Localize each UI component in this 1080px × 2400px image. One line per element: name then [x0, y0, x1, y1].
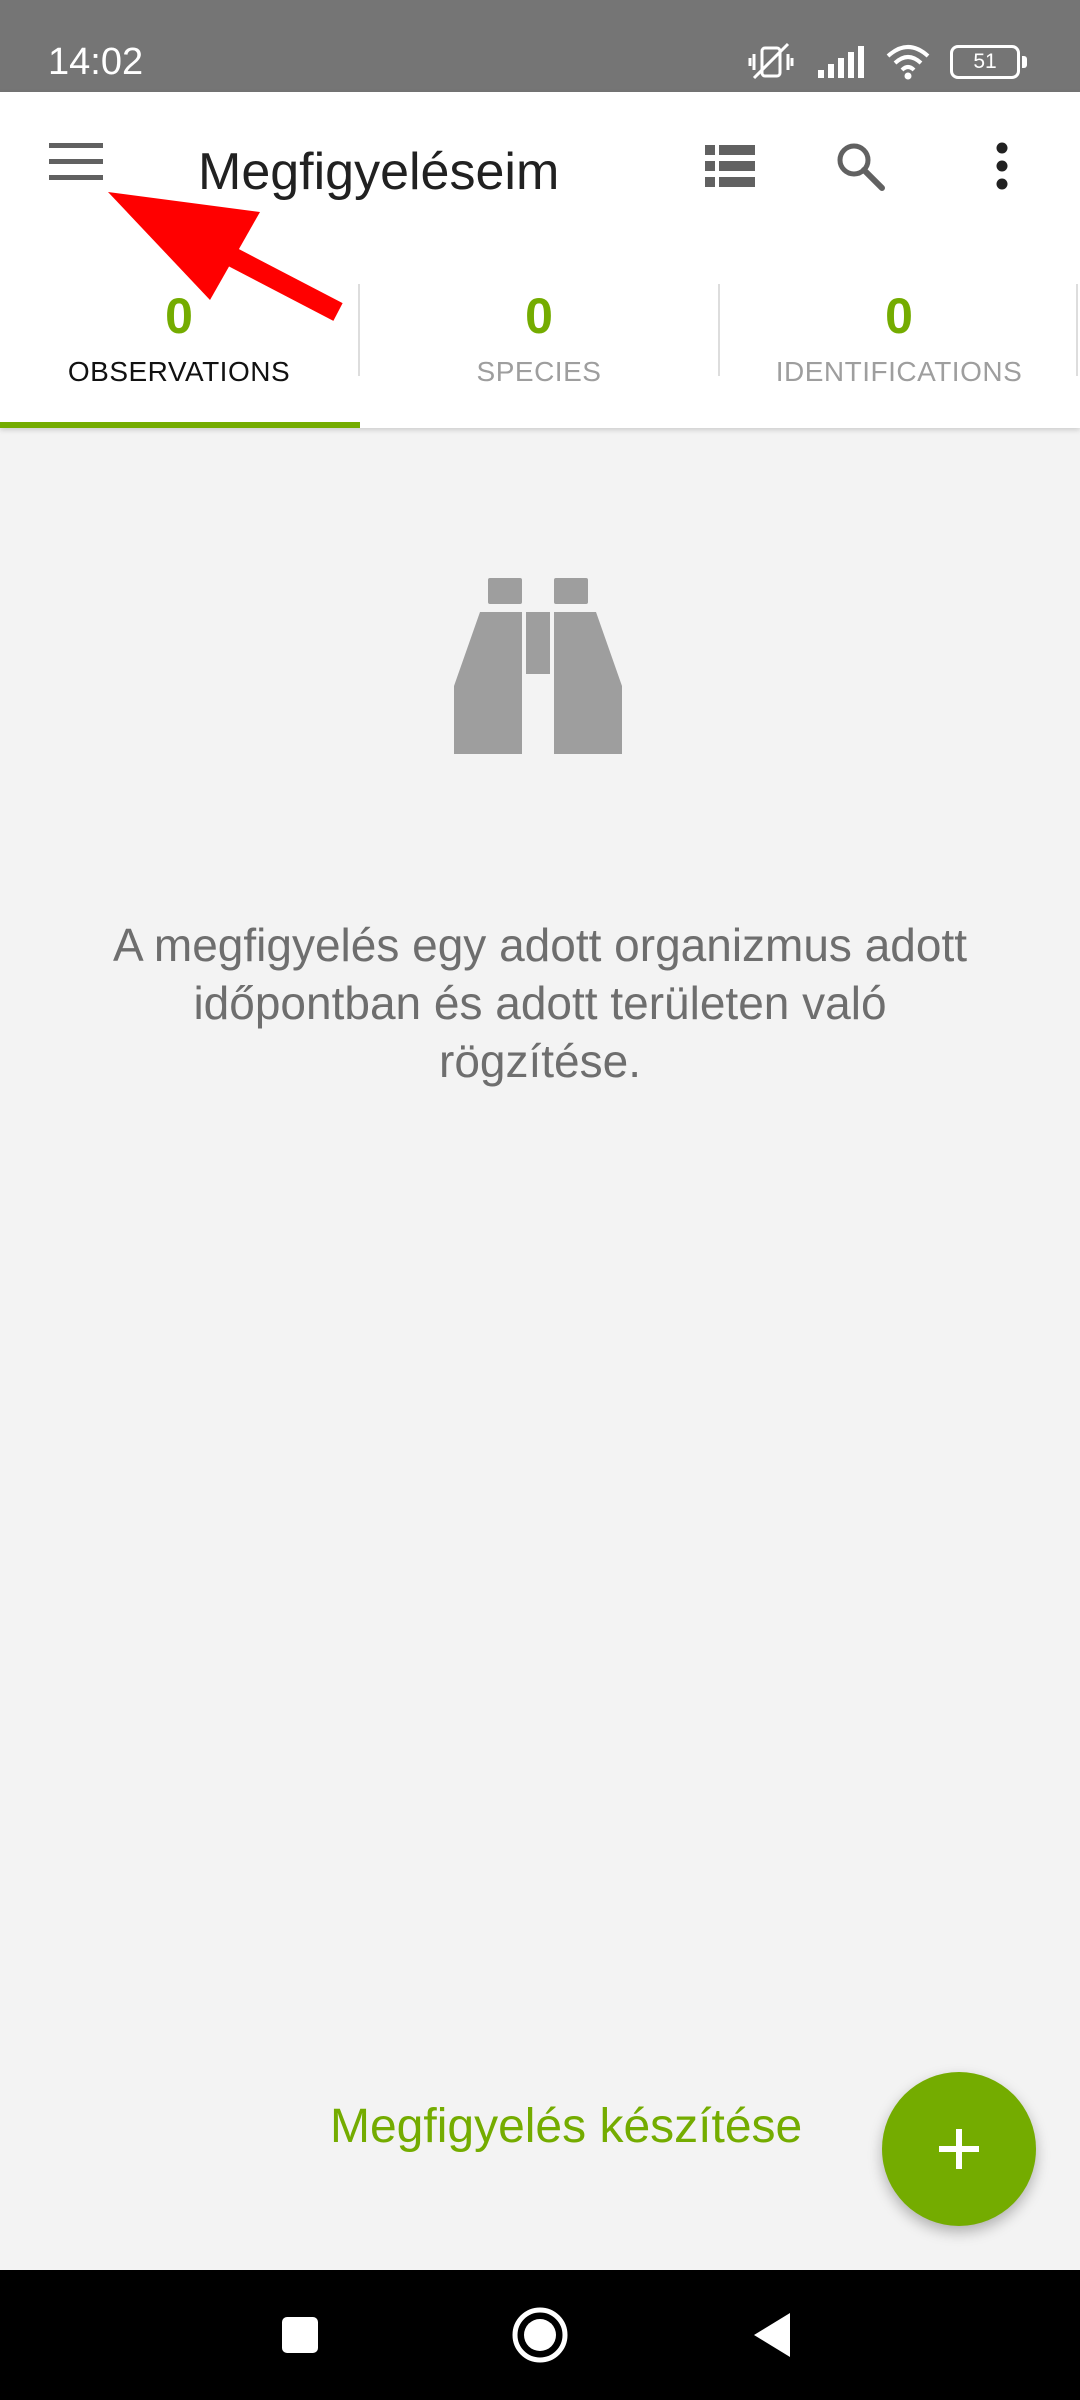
recents-button[interactable]	[260, 2295, 340, 2375]
tab-species[interactable]: 0 SPECIES	[360, 282, 718, 428]
status-icons: 51	[748, 36, 1027, 88]
tab-count: 0	[885, 288, 913, 344]
status-bar: 14:02 51	[0, 0, 1080, 92]
app-bar: Megfigyeléseim 0 OBSERVATIONS 0 SPECIES	[0, 92, 1080, 428]
add-observation-button[interactable]	[882, 2072, 1036, 2226]
tab-label: SPECIES	[476, 356, 602, 387]
list-view-button[interactable]	[690, 126, 770, 206]
menu-button[interactable]	[36, 122, 116, 202]
create-observation-label[interactable]: Megfigyelés készítése	[330, 2097, 802, 2157]
tab-count: 0	[525, 288, 553, 344]
search-button[interactable]	[820, 126, 900, 206]
tab-identifications[interactable]: 0 IDENTIFICATIONS	[720, 282, 1078, 428]
empty-state: A megfigyelés egy adott organizmus adott…	[0, 428, 1080, 2268]
home-button[interactable]	[496, 2291, 584, 2379]
wifi-icon	[886, 45, 930, 80]
back-icon	[754, 2313, 790, 2357]
tab-label: OBSERVATIONS	[67, 356, 291, 387]
status-time: 14:02	[48, 41, 144, 83]
system-nav-bar	[0, 2270, 1080, 2400]
home-icon	[512, 2307, 568, 2363]
back-button[interactable]	[732, 2295, 812, 2375]
battery-level: 51	[973, 50, 997, 73]
recents-icon	[282, 2317, 318, 2353]
tab-count: 0	[165, 288, 193, 344]
battery-icon: 51	[950, 45, 1027, 79]
empty-state-message: A megfigyelés egy adott organizmus adott…	[112, 919, 968, 1087]
mute-vibrate-icon	[748, 42, 794, 80]
tab-observations[interactable]: 0 OBSERVATIONS	[0, 282, 358, 428]
tab-label: IDENTIFICATIONS	[775, 356, 1023, 387]
list-view-icon	[705, 145, 755, 187]
signal-icon	[818, 46, 864, 78]
page-title: Megfigyeléseim	[198, 143, 560, 201]
tab-divider	[1076, 284, 1078, 376]
menu-icon	[49, 143, 103, 180]
plus-icon	[939, 2129, 979, 2169]
more-options-button[interactable]	[962, 126, 1042, 206]
tab-bar: 0 OBSERVATIONS 0 SPECIES 0 IDENTIFICATIO…	[0, 282, 1080, 428]
search-icon	[837, 143, 885, 191]
binoculars-icon	[454, 578, 622, 754]
more-vert-icon	[996, 142, 1008, 190]
